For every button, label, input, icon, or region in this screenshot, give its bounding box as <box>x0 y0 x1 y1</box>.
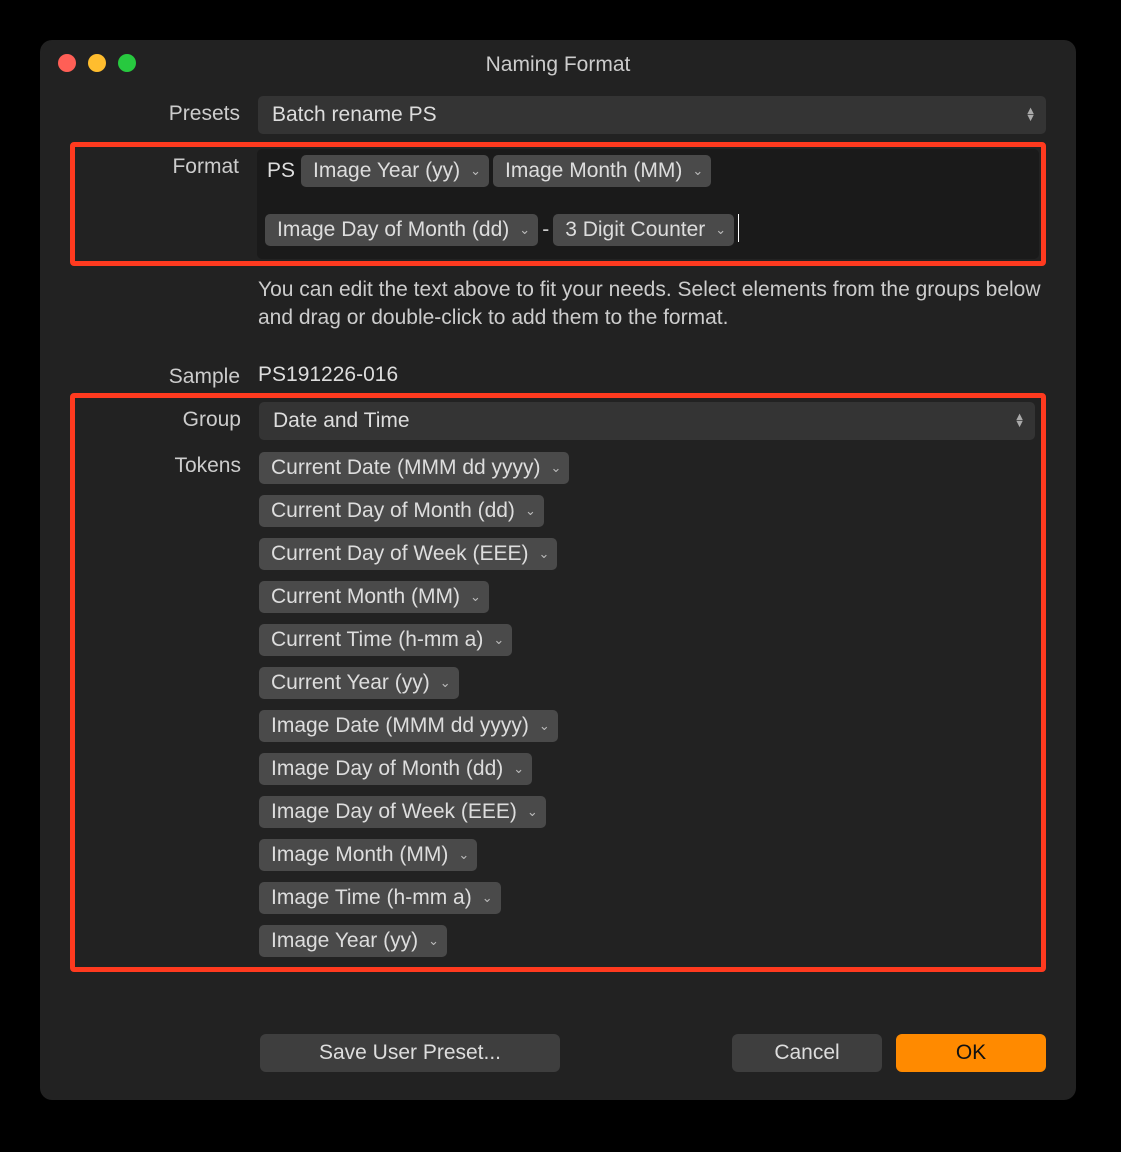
group-selected: Date and Time <box>273 409 410 433</box>
token-item[interactable]: Image Day of Month (dd)⌄ <box>259 753 532 785</box>
token-item[interactable]: Image Year (yy)⌄ <box>259 925 447 957</box>
chevron-down-icon: ⌄ <box>551 460 562 476</box>
token-item[interactable]: Image Month (MM)⌄ <box>259 839 477 871</box>
token-item[interactable]: Current Day of Month (dd)⌄ <box>259 495 544 527</box>
chevron-down-icon: ⌄ <box>470 155 481 187</box>
chevron-down-icon: ⌄ <box>482 890 493 906</box>
chevron-down-icon: ⌄ <box>519 214 530 246</box>
chevron-down-icon: ⌄ <box>440 675 451 691</box>
format-prefix-text: PS <box>265 155 297 187</box>
chevron-down-icon: ⌄ <box>692 155 703 187</box>
label-group: Group <box>81 402 259 432</box>
chevron-down-icon: ⌄ <box>428 933 439 949</box>
label-tokens: Tokens <box>81 448 259 478</box>
button-bar: Save User Preset... Cancel OK <box>70 1034 1046 1072</box>
chevron-down-icon: ⌄ <box>493 632 504 648</box>
format-token-image-day[interactable]: Image Day of Month (dd)⌄ <box>265 214 538 246</box>
save-user-preset-button[interactable]: Save User Preset... <box>260 1034 560 1072</box>
format-separator: - <box>542 214 549 246</box>
minimize-icon[interactable] <box>88 54 106 72</box>
cancel-button[interactable]: Cancel <box>732 1034 882 1072</box>
chevron-down-icon: ⌄ <box>470 589 481 605</box>
format-token-image-year[interactable]: Image Year (yy)⌄ <box>301 155 489 187</box>
dialog-naming-format: Naming Format Presets Batch rename PS ▲▼… <box>40 40 1076 1100</box>
label-presets: Presets <box>70 96 258 126</box>
ok-button[interactable]: OK <box>896 1034 1046 1072</box>
window-title: Naming Format <box>40 47 1076 77</box>
token-item[interactable]: Image Day of Week (EEE)⌄ <box>259 796 546 828</box>
updown-icon: ▲▼ <box>1025 108 1036 122</box>
row-presets: Presets Batch rename PS ▲▼ <box>70 96 1046 134</box>
token-item[interactable]: Current Date (MMM dd yyyy)⌄ <box>259 452 569 484</box>
chevron-down-icon: ⌄ <box>525 503 536 519</box>
token-item[interactable]: Current Month (MM)⌄ <box>259 581 489 613</box>
chevron-down-icon: ⌄ <box>527 804 538 820</box>
presets-selected: Batch rename PS <box>272 103 437 127</box>
updown-icon: ▲▼ <box>1014 414 1025 428</box>
token-item[interactable]: Current Year (yy)⌄ <box>259 667 459 699</box>
zoom-icon[interactable] <box>118 54 136 72</box>
window-controls <box>58 54 136 72</box>
chevron-down-icon: ⌄ <box>513 761 524 777</box>
chevron-down-icon: ⌄ <box>715 214 726 246</box>
label-sample: Sample <box>70 359 258 389</box>
format-help-text: You can edit the text above to fit your … <box>258 276 1046 333</box>
token-item[interactable]: Image Date (MMM dd yyyy)⌄ <box>259 710 558 742</box>
format-token-image-month[interactable]: Image Month (MM)⌄ <box>493 155 711 187</box>
text-caret <box>738 214 739 242</box>
chevron-down-icon: ⌄ <box>539 546 550 562</box>
group-select[interactable]: Date and Time ▲▼ <box>259 402 1035 440</box>
label-format: Format <box>77 149 257 179</box>
token-item[interactable]: Current Day of Week (EEE)⌄ <box>259 538 557 570</box>
token-item[interactable]: Current Time (h-mm a)⌄ <box>259 624 512 656</box>
format-input[interactable]: PS Image Year (yy)⌄ Image Month (MM)⌄ Im… <box>257 149 1039 259</box>
presets-select[interactable]: Batch rename PS ▲▼ <box>258 96 1046 134</box>
sample-value: PS191226-016 <box>258 359 1046 387</box>
format-token-counter[interactable]: 3 Digit Counter⌄ <box>553 214 734 246</box>
token-item[interactable]: Image Time (h-mm a)⌄ <box>259 882 501 914</box>
titlebar: Naming Format <box>40 40 1076 84</box>
close-icon[interactable] <box>58 54 76 72</box>
dialog-content: Presets Batch rename PS ▲▼ Format PS Ima… <box>40 84 1076 972</box>
tokens-list: Current Date (MMM dd yyyy)⌄ Current Day o… <box>259 452 1035 957</box>
chevron-down-icon: ⌄ <box>539 718 550 734</box>
chevron-down-icon: ⌄ <box>458 847 469 863</box>
